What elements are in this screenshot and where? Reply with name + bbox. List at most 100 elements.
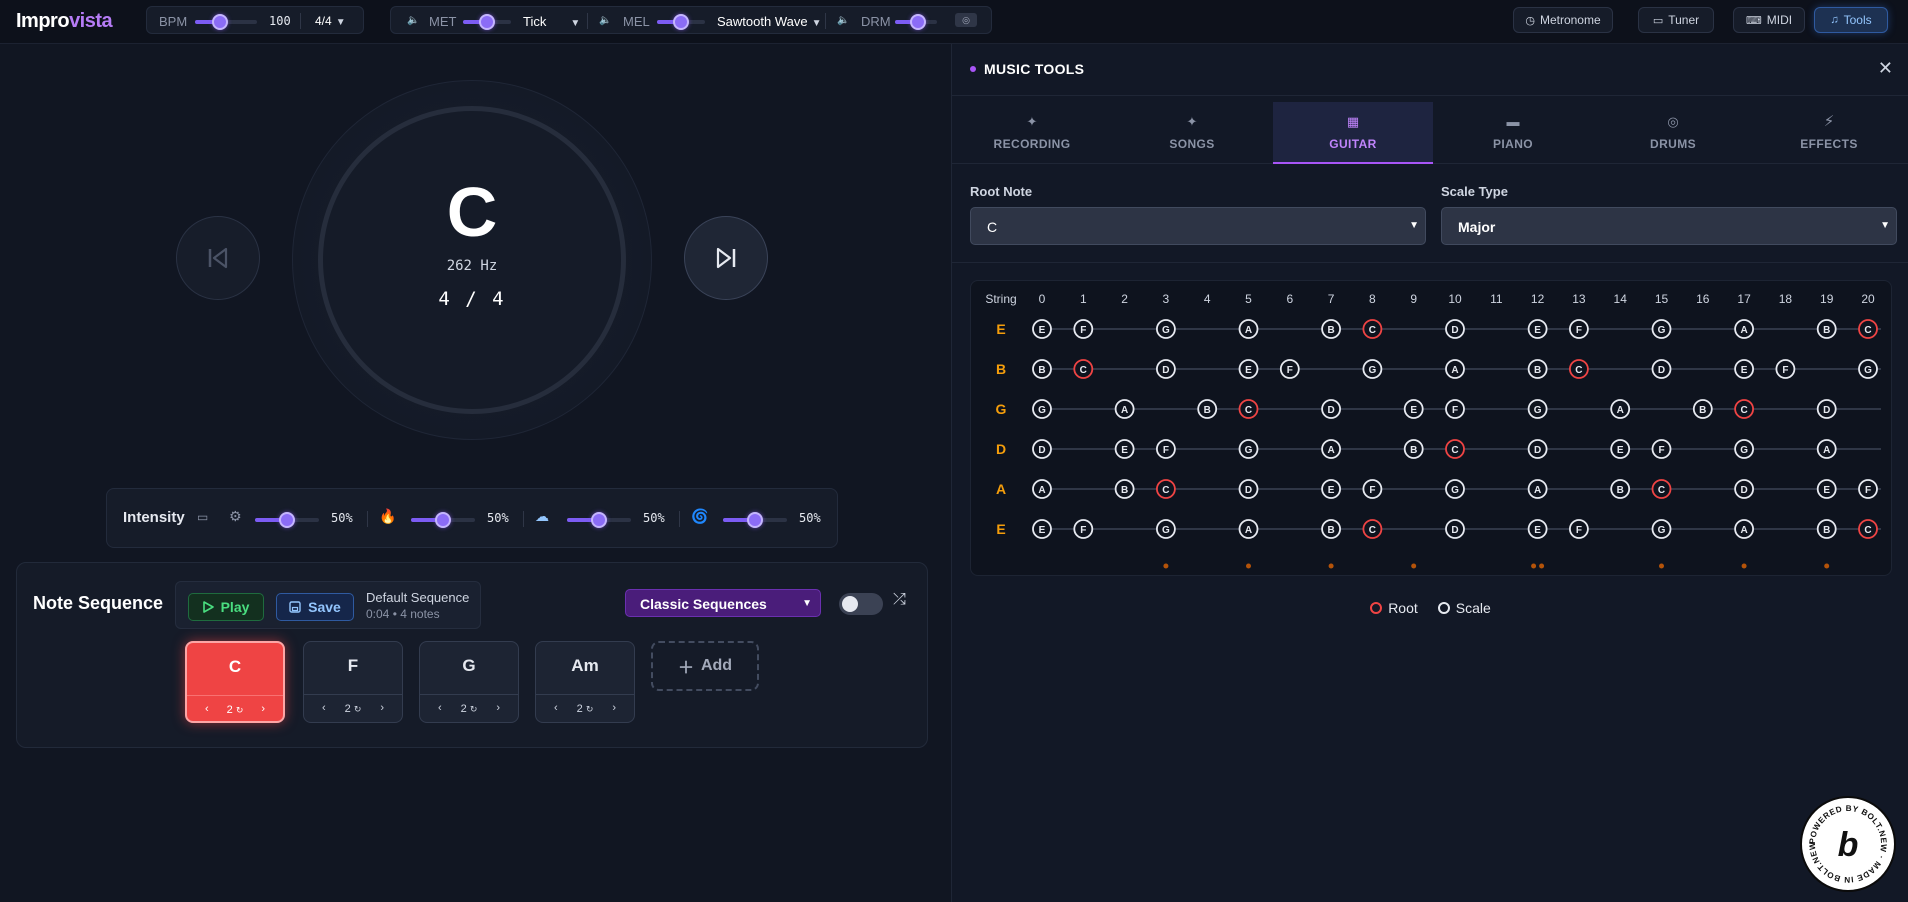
previous-button[interactable] — [176, 216, 260, 300]
note-name: A — [1327, 445, 1334, 456]
note-card[interactable]: F ‹ 2 ↻ › — [303, 641, 403, 723]
note-name: C — [1575, 365, 1582, 376]
met-sound-select[interactable]: Tick ▼ — [523, 14, 580, 29]
tuner-button[interactable]: ▭ Tuner — [1638, 7, 1714, 33]
add-note-button[interactable]: ＋ Add — [651, 641, 759, 691]
fretboard-legend: Root Scale — [952, 600, 1908, 616]
classic-sequences-select[interactable]: Classic Sequences ▼ — [625, 589, 821, 617]
play-button[interactable]: Play — [188, 593, 264, 621]
keyboard-icon: ⌨ — [1745, 14, 1762, 27]
chevron-right-icon[interactable]: › — [612, 702, 616, 714]
note-name: C — [1245, 405, 1252, 416]
chevron-right-icon[interactable]: › — [261, 703, 265, 715]
scale-type-select[interactable]: Major ▼ — [1441, 207, 1897, 245]
note-name: D — [1038, 445, 1045, 456]
intensity-slider-3[interactable] — [567, 512, 631, 528]
mel-sound-select[interactable]: Sawtooth Wave ▼ — [717, 14, 821, 29]
drum-pattern-icon[interactable]: ◎ — [955, 13, 977, 27]
intensity-slider-4[interactable] — [723, 512, 787, 528]
fret-number: 10 — [1448, 292, 1462, 306]
midi-button[interactable]: ⌨ MIDI — [1733, 7, 1805, 33]
note-name: F — [1369, 485, 1375, 496]
note-name: A — [1740, 525, 1747, 536]
shuffle-icon[interactable]: ⤮ — [893, 591, 906, 609]
chevron-down-icon: ▼ — [335, 17, 346, 28]
note-name: C — [1740, 405, 1747, 416]
string-header: String — [985, 292, 1016, 306]
bolt-icon: ⚡ — [1823, 113, 1835, 130]
drum-icon: ◎ — [1667, 114, 1679, 129]
tools-tabs: ✦ RECORDING ✦ SONGS ▦ GUITAR ▬ PIANO ◎ DRUMS … — [952, 102, 1908, 164]
sequence-controls: Play Save Default Sequence 0:04 • 4 note… — [175, 581, 481, 629]
note-sequence-panel: Note Sequence Play Save Default Sequence… — [16, 562, 928, 748]
next-button[interactable] — [684, 216, 768, 300]
tools-button[interactable]: ♫ Tools — [1814, 7, 1888, 33]
fret-number: 11 — [1490, 292, 1503, 306]
note-name: F — [1080, 525, 1086, 536]
piano-icon: ▬ — [1506, 114, 1520, 129]
metronome-button[interactable]: ◷ Metronome — [1513, 7, 1613, 33]
chevron-down-icon: ▼ — [570, 18, 581, 29]
note-card[interactable]: C ‹ 2 ↻ › — [185, 641, 285, 723]
note-name: D — [1658, 365, 1665, 376]
note-card[interactable]: Am ‹ 2 ↻ › — [535, 641, 635, 723]
tab-piano[interactable]: ▬ PIANO — [1433, 102, 1593, 164]
note-name: B — [1823, 525, 1830, 536]
root-legend-swatch — [1370, 602, 1383, 614]
sequence-title: Note Sequence — [33, 593, 164, 613]
note-name: E — [1410, 405, 1417, 416]
note-name: C — [1451, 445, 1458, 456]
intensity-slider-1[interactable] — [255, 512, 319, 528]
root-note-select[interactable]: C ▼ — [970, 207, 1426, 245]
tab-effects[interactable]: ⚡ EFFECTS — [1749, 102, 1908, 164]
note-name: F — [1287, 365, 1293, 376]
fret-number: 18 — [1779, 292, 1793, 306]
time-signature-select[interactable]: 4/4 ▼ — [315, 14, 346, 28]
bpm-slider[interactable] — [195, 14, 257, 30]
tab-guitar[interactable]: ▦ GUITAR — [1273, 102, 1433, 164]
clock-icon: ◷ — [1525, 14, 1535, 27]
note-name: E — [1534, 525, 1541, 536]
chevron-down-icon: ▼ — [1409, 220, 1419, 231]
skip-back-icon — [208, 247, 228, 269]
chevron-right-icon[interactable]: › — [496, 702, 500, 714]
note-name: B — [1204, 405, 1211, 416]
note-name: B — [1038, 365, 1045, 376]
scale-legend-swatch — [1437, 602, 1450, 614]
chevron-down-icon: ▼ — [802, 598, 812, 609]
note-name: A — [1038, 485, 1045, 496]
note-name: C — [1864, 525, 1871, 536]
tab-drums[interactable]: ◎ DRUMS — [1593, 102, 1753, 164]
note-name: B — [1410, 445, 1417, 456]
met-volume-slider[interactable] — [463, 14, 511, 30]
chevron-right-icon[interactable]: › — [380, 702, 384, 714]
scale-type-label: Scale Type — [1441, 184, 1508, 199]
drm-volume-slider[interactable] — [895, 14, 937, 30]
note-card[interactable]: G ‹ 2 ↻ › — [419, 641, 519, 723]
save-button[interactable]: Save — [276, 593, 354, 621]
intensity-slider-2[interactable] — [411, 512, 475, 528]
note-name: A — [1740, 325, 1747, 336]
note-name: E — [1823, 485, 1830, 496]
beat-counter: 4 / 4 — [438, 288, 506, 310]
note-name: G — [1369, 365, 1377, 376]
tab-recording[interactable]: ✦ RECORDING — [952, 102, 1112, 164]
string-label: A — [996, 481, 1006, 497]
close-icon[interactable]: ✕ — [1878, 58, 1893, 79]
intensity-value-3: 50% — [643, 511, 665, 525]
drm-label: DRM — [861, 14, 891, 29]
fret-number: 20 — [1861, 292, 1875, 306]
loop-toggle[interactable] — [839, 593, 883, 615]
bolt-badge[interactable]: POWERED BY BOLT.NEW · MADE IN BOLT.NEW ·… — [1800, 791, 1896, 892]
fret-marker — [1246, 563, 1251, 569]
note-name: A — [1617, 405, 1624, 416]
music-tools-panel: MUSIC TOOLS ✕ ✦ RECORDING ✦ SONGS ▦ GUITAR … — [951, 44, 1908, 902]
tab-songs[interactable]: ✦ SONGS — [1112, 102, 1272, 164]
mel-volume-slider[interactable] — [657, 14, 705, 30]
camera-icon[interactable]: ▭ — [197, 510, 208, 524]
note-name: F — [1658, 445, 1664, 456]
plus-sparkle-icon: ✦ — [1186, 114, 1198, 129]
note-name: G — [1162, 525, 1170, 536]
note-name: G — [1864, 365, 1872, 376]
play-icon — [202, 601, 214, 613]
